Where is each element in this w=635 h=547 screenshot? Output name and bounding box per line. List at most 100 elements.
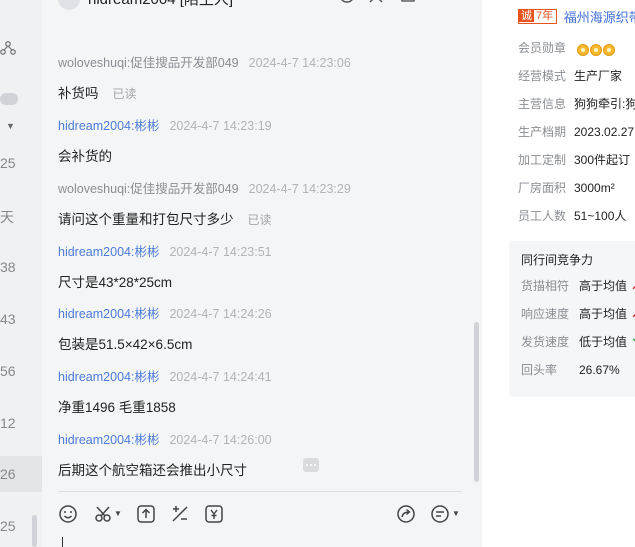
info-value: 51~100人: [574, 209, 627, 223]
trend-up-icon: ↗: [631, 279, 635, 293]
message-sender: hidream2004:彬彬: [58, 433, 160, 447]
message-time: 2024-4-7 14:23:06: [248, 56, 351, 70]
contact-count: 43: [0, 311, 16, 327]
add-contact-icon[interactable]: [368, 0, 386, 4]
message-sender: woloveshuqi:促佳搜品开发部049: [58, 56, 239, 70]
chevron-down-icon[interactable]: ▼: [6, 121, 15, 131]
left-contact-strip: ▼ 25 天 38 43 56 12 26 25: [0, 0, 42, 547]
shop-name-link[interactable]: 福州海源织带: [564, 10, 635, 25]
contact-count: 38: [0, 259, 16, 275]
message-time: 2024-4-7 14:26:00: [169, 433, 272, 447]
message-input[interactable]: [62, 537, 63, 547]
info-row-schedule: 生产档期 2023.02.27: [518, 123, 634, 140]
message-sender: hidream2004:彬彬: [58, 119, 160, 133]
compete-label: 响应速度: [521, 307, 570, 321]
message-time: 2024-4-7 14:24:41: [169, 370, 272, 384]
info-label: 员工人数: [518, 209, 567, 223]
avatar[interactable]: [58, 0, 80, 10]
info-row-business-mode: 经营模式 生产厂家: [518, 67, 622, 84]
info-row-customization: 加工定制 300件起订: [518, 151, 630, 168]
message-sender: woloveshuqi:促佳搜品开发部049: [58, 182, 239, 196]
info-value: 2023.02.27: [574, 125, 635, 139]
message-text: 补货吗: [58, 86, 99, 101]
menu-icon[interactable]: [442, 0, 460, 4]
medal-icon: [590, 43, 603, 56]
competitiveness-title: 同行间竞争力: [521, 253, 594, 267]
group-icon[interactable]: [0, 40, 16, 56]
info-value: 300件起订: [574, 153, 631, 167]
emoji-icon[interactable]: [56, 502, 80, 526]
year-badge: 诚 7年: [518, 9, 558, 24]
compete-value: 低于均值: [579, 335, 628, 349]
compete-row: 货描相符高于均值↗: [521, 277, 635, 294]
trend-down-icon: ↘: [631, 335, 635, 349]
info-row-medal: 会员勋章: [518, 39, 616, 56]
contact-count: 天: [0, 209, 14, 225]
message-text: 会补货的: [58, 149, 112, 164]
formula-icon[interactable]: [168, 502, 192, 526]
compete-value: 高于均值: [579, 279, 628, 293]
input-toolbar: ▼ ▼: [42, 500, 482, 528]
year-badge-text: 7年: [536, 10, 554, 22]
chat-scrollbar[interactable]: [474, 322, 479, 482]
message-text: 后期这个航空箱还会推出小尺寸: [58, 463, 247, 478]
contact-count: 25: [0, 518, 16, 534]
price-icon[interactable]: [202, 502, 226, 526]
info-label: 生产档期: [518, 125, 567, 139]
info-row-main-products: 主营信息 狗狗牵引:狗: [518, 95, 635, 112]
scissors-icon[interactable]: [92, 502, 116, 526]
history-icon[interactable]: [338, 0, 356, 4]
info-label: 主营信息: [518, 97, 567, 111]
list-item: hidream2004:彬彬 2024-4-7 14:24:41 净重1496 毛…: [58, 366, 458, 416]
quick-reply-chevron-icon[interactable]: ▼: [452, 509, 460, 518]
message-text: 净重1496 毛重1858: [58, 400, 176, 415]
chat-title: hidream2004 [陌生人]: [88, 0, 233, 9]
compete-label: 货描相符: [521, 279, 570, 293]
message-sender: hidream2004:彬彬: [58, 245, 160, 259]
compete-row: 响应速度高于均值↗: [521, 305, 635, 322]
contact-count: 25: [0, 155, 16, 171]
compete-label: 发货速度: [521, 335, 570, 349]
message-sender: hidream2004:彬彬: [58, 370, 160, 384]
message-time: 2024-4-7 14:23:29: [248, 182, 351, 196]
list-item: hidream2004:彬彬 2024-4-7 14:23:19 会补货的: [58, 115, 458, 165]
message-text: 包装是51.5×42×6.5cm: [58, 337, 193, 352]
list-item: hidream2004:彬彬 2024-4-7 14:26:00 后期这个航空箱还…: [58, 429, 458, 479]
message-time: 2024-4-7 14:23:51: [169, 245, 272, 259]
chat-header: hidream2004 [陌生人]: [42, 0, 482, 12]
compete-row: 发货速度低于均值↘: [521, 333, 635, 350]
info-row-staff: 员工人数 51~100人: [518, 207, 626, 224]
compete-row: 回头率 26.67%: [521, 361, 620, 378]
strip-scrollbar[interactable]: [32, 515, 37, 547]
more-options-icon[interactable]: [303, 458, 319, 472]
list-item: hidream2004:彬彬 2024-4-7 14:24:26 包装是51.5×…: [58, 303, 458, 353]
contact-count: 26: [0, 466, 16, 482]
list-item: hidream2004:彬彬 2024-4-7 14:23:51 尺寸是43*28…: [58, 241, 458, 291]
info-value: 生产厂家: [574, 69, 623, 83]
list-item: woloveshuqi:促佳搜品开发部049 2024-4-7 14:23:06 …: [58, 52, 458, 102]
scissors-chevron-icon[interactable]: ▼: [114, 509, 122, 518]
list-item: woloveshuqi:促佳搜品开发部049 2024-4-7 14:23:29 …: [58, 178, 458, 228]
quick-reply-icon[interactable]: [428, 502, 452, 526]
compete-value: 26.67%: [579, 363, 620, 377]
message-time: 2024-4-7 14:24:26: [169, 307, 272, 321]
upload-icon[interactable]: [134, 502, 158, 526]
shop-header[interactable]: 诚 7年 福州海源织带: [518, 7, 635, 26]
contact-count: 12: [0, 415, 16, 431]
read-status: 已读: [247, 213, 272, 227]
info-label: 会员勋章: [518, 41, 567, 55]
transfer-icon[interactable]: [400, 0, 418, 4]
trend-up-icon: ↗: [631, 307, 635, 321]
shop-info-panel: 诚 7年 福州海源织带 会员勋章 经营模式 生产厂家 主营信息 狗狗牵引:狗 生产档期…: [482, 0, 635, 547]
message-list[interactable]: woloveshuqi:促佳搜品开发部049 2024-4-7 14:23:06 …: [42, 12, 482, 482]
message-time: 2024-4-7 14:23:19: [169, 119, 272, 133]
contact-count: 56: [0, 363, 16, 379]
toggle-switch[interactable]: [0, 93, 18, 105]
info-row-factory-area: 厂房面积 3000m²: [518, 179, 615, 196]
message-sender: hidream2004:彬彬: [58, 307, 160, 321]
share-icon[interactable]: [394, 502, 418, 526]
input-divider: [58, 491, 462, 492]
chat-panel: hidream2004 [陌生人] woloveshuqi:促佳搜品开发部049…: [42, 0, 482, 547]
compete-value: 高于均值: [579, 307, 628, 321]
info-label: 加工定制: [518, 153, 567, 167]
